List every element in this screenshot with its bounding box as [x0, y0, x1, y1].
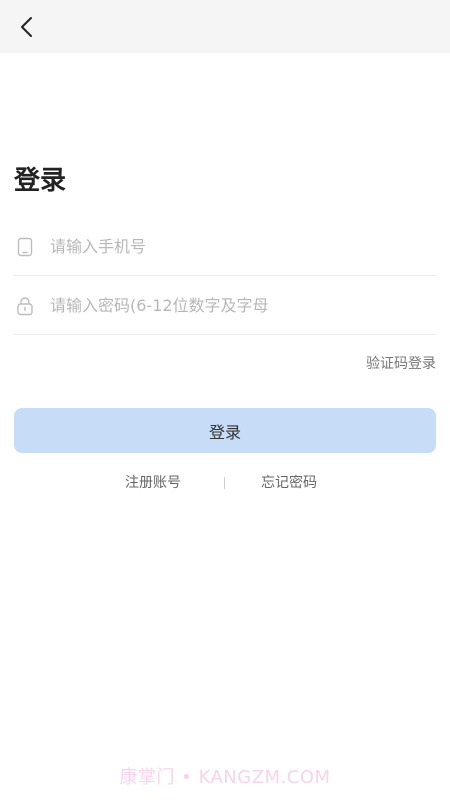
- password-input[interactable]: [50, 290, 312, 321]
- password-field-row: [14, 277, 436, 335]
- login-button[interactable]: 登录: [14, 408, 436, 453]
- login-page: 登录 验证码登录 登录 注册账号 忘记密码 康掌门 • KANGZM.COM: [0, 0, 450, 800]
- forgot-password-link[interactable]: 忘记密码: [261, 472, 317, 494]
- phone-field-row: [14, 218, 436, 276]
- phone-icon: [14, 236, 36, 258]
- sms-login-link[interactable]: 验证码登录: [366, 354, 436, 374]
- register-link[interactable]: 注册账号: [125, 472, 181, 494]
- phone-input[interactable]: [50, 231, 312, 262]
- watermark: 康掌门 • KANGZM.COM: [119, 767, 331, 788]
- chevron-left-icon: [21, 17, 32, 37]
- links-divider: [224, 477, 225, 489]
- top-bar: [0, 0, 450, 53]
- page-title: 登录: [14, 166, 67, 196]
- back-button[interactable]: [10, 10, 44, 44]
- lock-icon: [14, 295, 36, 317]
- auth-links: 注册账号 忘记密码: [0, 472, 450, 494]
